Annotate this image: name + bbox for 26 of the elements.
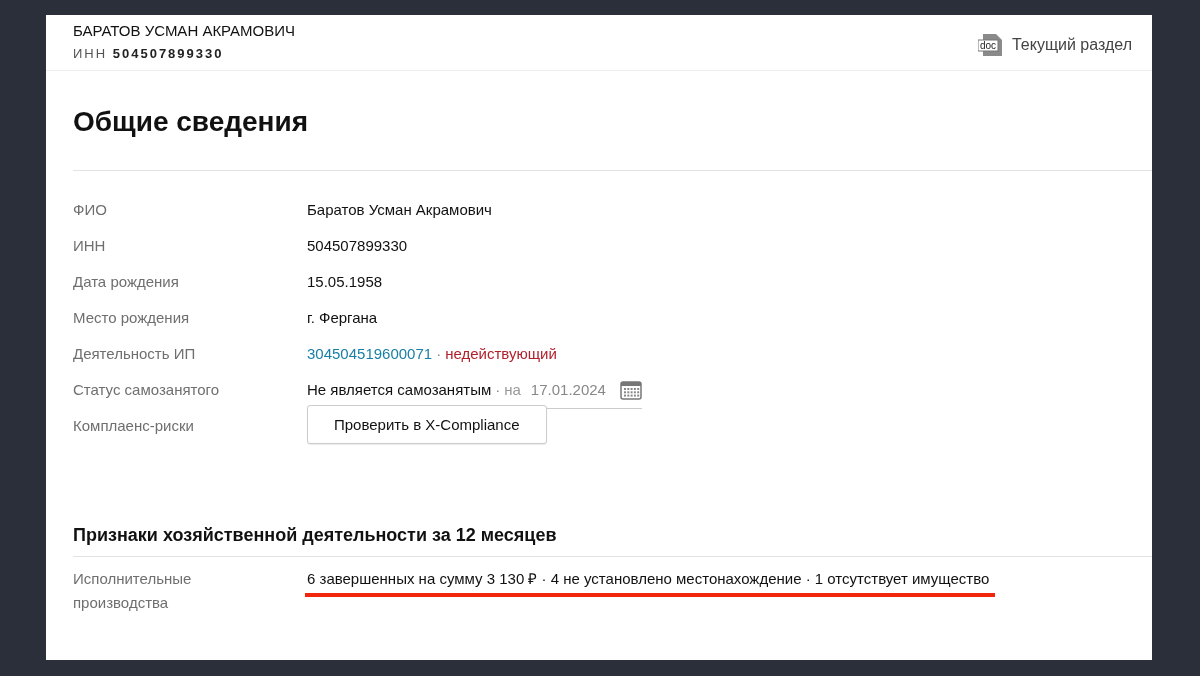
field-label: Место рождения bbox=[73, 308, 191, 328]
person-name: БАРАТОВ УСМАН АКРАМОВИЧ bbox=[73, 21, 296, 41]
field-value: г. Фергана bbox=[307, 309, 378, 326]
field-value: 6 завершенных на сумму 3 130 ₽ · 4 не установлено местонахождение · 1 отсутствует имущество bbox=[307, 569, 990, 589]
field-label: Исполнительные производства bbox=[73, 569, 193, 613]
tax-id: ИНН 504507899330 bbox=[73, 45, 225, 63]
separator-dot: · bbox=[436, 344, 442, 364]
separator-dot: · bbox=[495, 380, 501, 400]
calendar-icon[interactable] bbox=[619, 380, 642, 400]
check-compliance-button[interactable]: Проверить в X-Compliance bbox=[307, 405, 547, 444]
field-value: 15.05.1958 bbox=[307, 273, 383, 290]
field-value: 504507899330 bbox=[307, 237, 408, 254]
date-prefix: на bbox=[504, 380, 521, 400]
field-label: Дата рождения bbox=[73, 272, 180, 292]
field-label: ИНН bbox=[73, 236, 107, 256]
field-label: Комплаенс-риски bbox=[73, 416, 195, 436]
field-label: Деятельность ИП bbox=[73, 344, 197, 364]
registration-number-link[interactable]: 304504519600071 bbox=[307, 344, 433, 364]
field-label: ФИО bbox=[73, 200, 108, 220]
section-heading: Признаки хозяйственной деятельности за 12 месяцев bbox=[73, 452, 1152, 557]
status-text: недействующий bbox=[445, 344, 557, 364]
field-value: Баратов Усман Акрамович bbox=[307, 201, 492, 218]
field-label: Статус самозанятого bbox=[73, 380, 221, 400]
field-value: Не является самозанятым bbox=[307, 380, 492, 400]
page-heading: Общие сведения bbox=[73, 71, 1152, 171]
current-section-link[interactable]: Текущий раздел bbox=[1011, 36, 1132, 54]
